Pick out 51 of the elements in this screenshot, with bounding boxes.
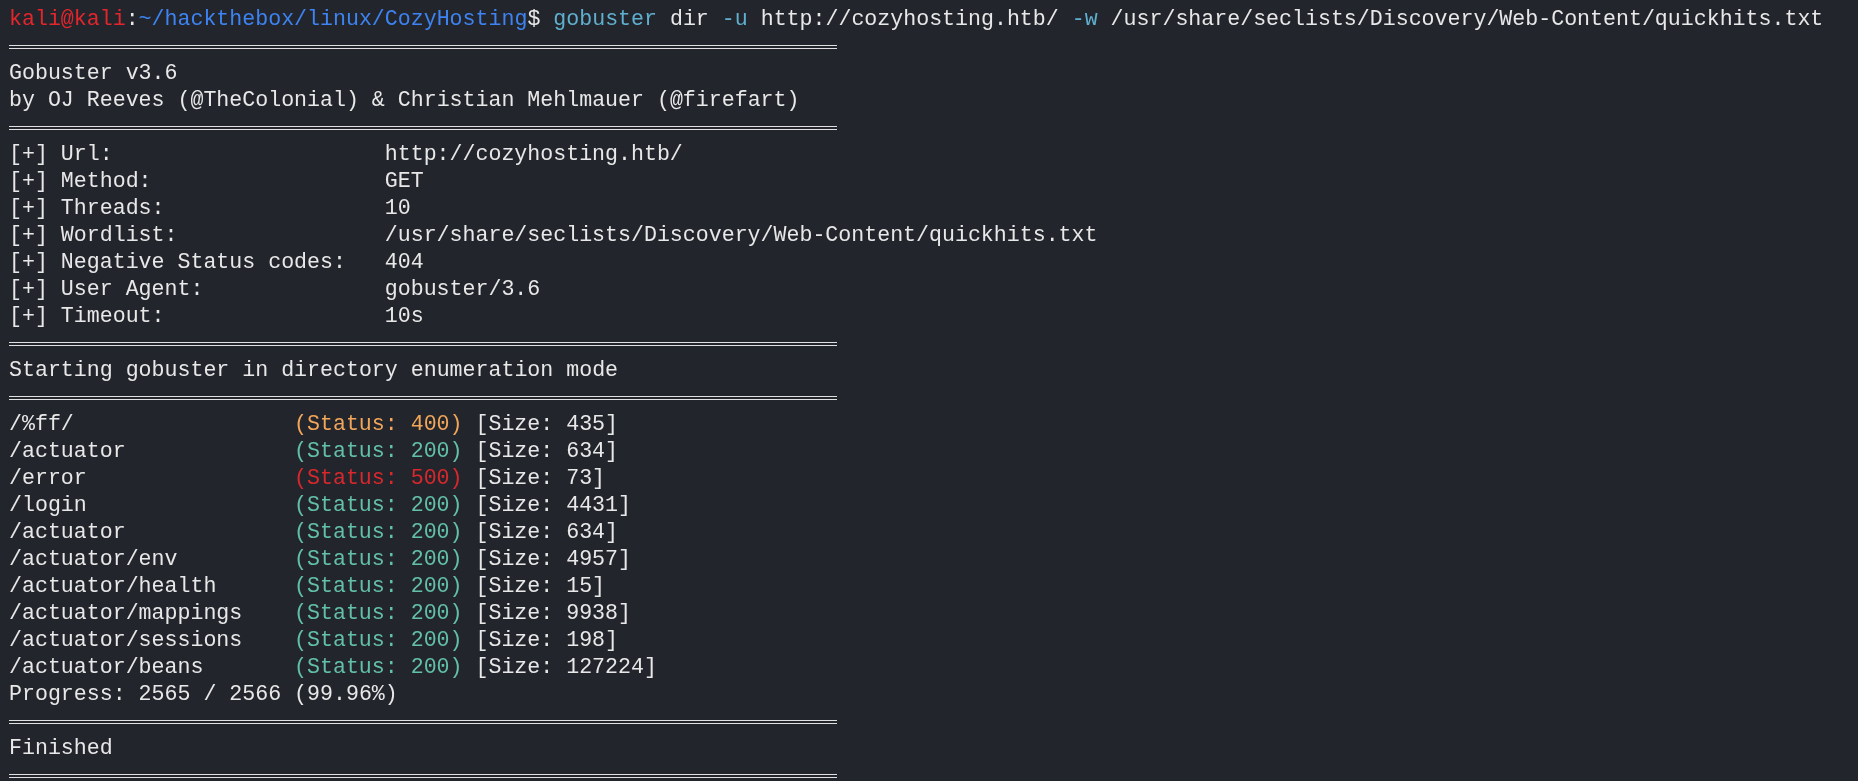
setting-value: gobuster/3.6 [384,276,541,303]
response-size: [Size: 634] [475,519,619,546]
status-code: (Status: 200) [294,654,464,681]
banner-text: by OJ Reeves (@TheColonial) & Christian Mehlmauer (@firefart) [9,87,800,114]
response-size: [Size: 9938] [475,600,631,627]
setting-label: [+] Threads: [9,195,166,222]
result-path: /actuator/sessions [9,627,244,654]
response-size: [Size: 15] [475,573,606,600]
setting-value: 404 [384,249,424,276]
status-message: Starting gobuster in directory enumeration mode [9,357,619,384]
setting-label: [+] Method: [9,168,153,195]
setting-value: 10 [384,195,411,222]
response-size: [Size: 4957] [475,546,631,573]
response-size: [Size: 198] [475,627,619,654]
progress-text: Progress: 2565 / 2566 (99.96%) [9,681,398,708]
setting-value: GET [384,168,424,195]
setting-label: [+] User Agent: [9,276,205,303]
result-path: /actuator [9,438,127,465]
result-path: /actuator/health [9,573,218,600]
status-code: (Status: 200) [294,600,464,627]
response-size: [Size: 73] [475,465,606,492]
setting-value: /usr/share/seclists/Discovery/Web-Content/quickhits.txt [384,222,1098,249]
status-code: (Status: 200) [294,573,464,600]
status-code: (Status: 500) [294,465,464,492]
setting-label: [+] Wordlist: [9,222,179,249]
result-path: /%ff/ [9,411,75,438]
command-text: gobuster dir -u http://cozyhosting.htb/ -w /usr/share/seclists/Discovery/Web-Content/quickhits.txt [552,6,1824,33]
response-size: [Size: 127224] [475,654,657,681]
setting-label: [+] Url: [9,141,114,168]
status-code: (Status: 200) [294,546,464,573]
status-code: (Status: 200) [294,627,464,654]
status-message: Finished [9,735,113,762]
response-size: [Size: 4431] [475,492,631,519]
result-path: /actuator/beans [9,654,205,681]
status-code: (Status: 200) [294,438,464,465]
result-path: /actuator/mappings [9,600,244,627]
banner-text: Gobuster v3.6 [9,60,178,87]
result-path: /actuator/env [9,546,179,573]
shell-prompt: kali@kali:~/hackthebox/linux/CozyHosting$ [9,6,541,33]
status-code: (Status: 200) [294,492,464,519]
status-code: (Status: 400) [294,411,464,438]
status-code: (Status: 200) [294,519,464,546]
setting-value: http://cozyhosting.htb/ [384,141,683,168]
setting-value: 10s [384,303,424,330]
setting-label: [+] Negative Status codes: [9,249,347,276]
result-path: /login [9,492,88,519]
result-path: /actuator [9,519,127,546]
result-path: /error [9,465,88,492]
response-size: [Size: 435] [475,411,619,438]
response-size: [Size: 634] [475,438,619,465]
setting-label: [+] Timeout: [9,303,166,330]
